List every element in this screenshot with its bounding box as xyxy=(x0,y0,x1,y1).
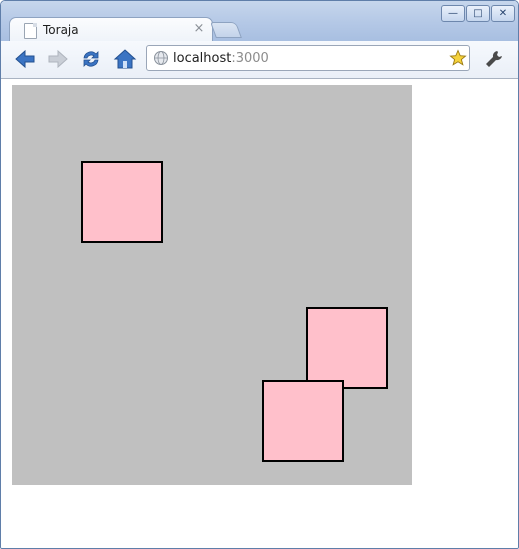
forward-button[interactable] xyxy=(46,47,70,71)
url-text: localhost:3000 xyxy=(173,51,269,66)
tab-title: Toraja xyxy=(43,23,79,37)
reload-icon xyxy=(83,51,99,67)
back-arrow-icon xyxy=(15,49,35,69)
star-icon[interactable] xyxy=(449,49,467,67)
back-button[interactable] xyxy=(13,47,37,71)
canvas-stage xyxy=(12,85,412,485)
minimize-icon: — xyxy=(448,8,458,19)
close-icon: ✕ xyxy=(498,8,508,19)
pink-square[interactable] xyxy=(81,161,163,243)
tab-close-icon[interactable]: × xyxy=(192,21,206,37)
home-icon xyxy=(113,49,137,69)
minimize-button[interactable]: — xyxy=(441,5,465,22)
browser-toolbar: localhost:3000 xyxy=(1,41,518,79)
maximize-button[interactable]: □ xyxy=(466,5,490,22)
address-bar[interactable]: localhost:3000 xyxy=(146,45,470,71)
browser-window: Toraja × — □ ✕ localhost:3000 xyxy=(0,0,519,549)
page-content xyxy=(1,79,518,548)
new-tab-button[interactable] xyxy=(210,22,242,38)
close-window-button[interactable]: ✕ xyxy=(491,5,515,22)
url-port: :3000 xyxy=(231,51,269,66)
reload-button[interactable] xyxy=(79,47,103,71)
forward-arrow-icon xyxy=(48,49,68,69)
maximize-icon: □ xyxy=(473,8,483,19)
globe-icon xyxy=(154,51,168,65)
page-icon xyxy=(24,23,37,39)
settings-button[interactable] xyxy=(483,47,507,71)
title-bar: Toraja × — □ ✕ xyxy=(1,1,518,43)
home-button[interactable] xyxy=(113,47,137,71)
wrench-icon xyxy=(486,51,502,67)
pink-square[interactable] xyxy=(262,380,344,462)
url-host: localhost xyxy=(173,51,232,66)
pink-square[interactable] xyxy=(306,307,388,389)
tab-toraja[interactable]: Toraja × xyxy=(9,17,213,43)
